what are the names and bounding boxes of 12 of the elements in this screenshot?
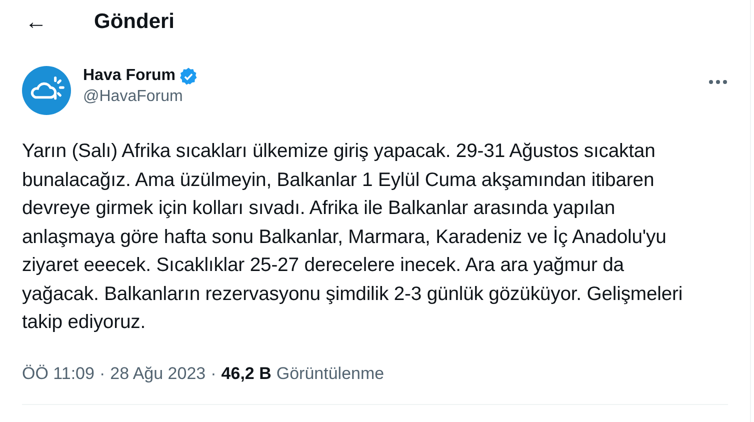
back-button[interactable]: ← [22,11,50,33]
separator-dot: · [99,362,106,384]
post-date[interactable]: 28 Ağu 2023 [110,360,206,386]
post-time[interactable]: ÖÖ 11:09 [22,360,94,386]
post-text: Yarın (Salı) Afrika sıcakları ülkemize giriş yapacak. 29-31 Ağustos sıcaktan bunalacağız. Ama üzülmeyin, Balkanlar 1 Eylül Cuma akşamından itibaren devreye girmek için kolları sıvadı. Afrika ile Balkanlar arasında yapılan anlaşmaya göre hafta sonu Balkanlar, Marmara, Karadeniz ve İç Anadolu'yu ziyaret eeecek. Sıcaklıklar 25-27 derecelere inecek. Ara ara yağmur da yağacak. Balkanların rezervasyonu şimdilik 2-3 günlük gözüküyor. Gelişmeleri takip ediyoruz. [21,139,684,335]
author-name[interactable]: Hava Forum [83,66,176,86]
views-label: Görüntülenme [276,362,384,384]
separator-dot: · [210,362,216,384]
author-handle[interactable]: @HavaForum [83,86,198,108]
avatar-icon[interactable] [22,66,71,115]
view-count: 46,2 B [221,362,272,384]
page-title: Gönderi [94,9,175,36]
